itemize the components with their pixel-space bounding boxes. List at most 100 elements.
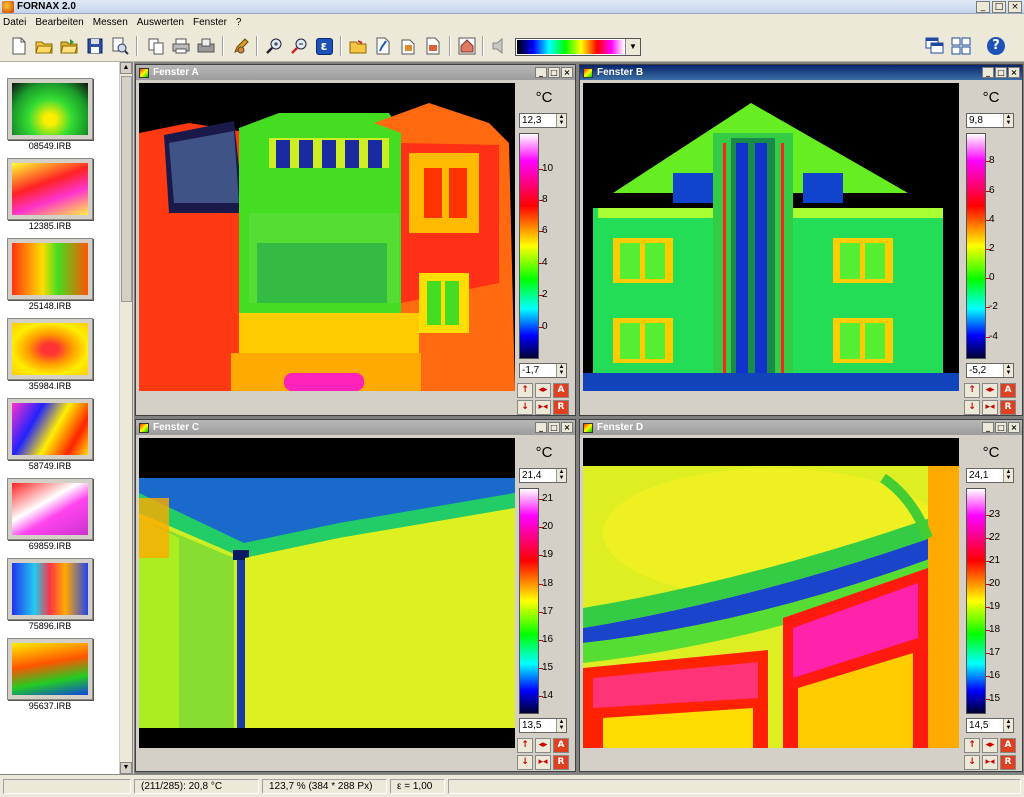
thumbnail-95637[interactable]: 95637.IRB — [7, 638, 93, 711]
thermal-image[interactable] — [139, 438, 515, 748]
maximize-button[interactable]: □ — [995, 422, 1007, 433]
menu-auswerten[interactable]: Auswerten — [137, 17, 184, 28]
thumbnail-25148[interactable]: 25148.IRB — [7, 238, 93, 311]
reset-scale-icon[interactable]: R — [553, 400, 569, 415]
menu-help[interactable]: ? — [236, 17, 242, 28]
window-titlebar[interactable]: Fenster C _ □ × — [136, 420, 575, 435]
thumbnail-75896[interactable]: 75896.IRB — [7, 558, 93, 631]
auto-scale-icon[interactable]: A — [553, 738, 569, 753]
color-palette-select[interactable]: ▼ — [515, 38, 641, 56]
arrow-down-icon[interactable]: ↓ — [964, 755, 980, 770]
spinner-arrows[interactable]: ▲ ▼ — [556, 719, 566, 732]
min-temp-spinner[interactable]: -1,7 ▲ ▼ — [519, 363, 567, 378]
zoom-out-icon[interactable] — [288, 35, 310, 57]
print-preview-icon[interactable] — [109, 35, 131, 57]
thermal-image[interactable] — [583, 83, 959, 391]
menu-fenster[interactable]: Fenster — [193, 17, 227, 28]
new-file-icon[interactable] — [8, 35, 30, 57]
arrow-down-icon[interactable]: ↓ — [517, 755, 533, 770]
expand-horizontal-icon[interactable]: ◂▸ — [982, 738, 998, 753]
maximize-button[interactable]: □ — [548, 67, 560, 78]
minimize-button[interactable]: _ — [976, 1, 990, 13]
close-button[interactable]: × — [1008, 422, 1020, 433]
scroll-down-icon[interactable]: ▼ — [120, 762, 132, 774]
house-icon[interactable] — [456, 35, 478, 57]
cascade-windows-icon[interactable] — [924, 35, 946, 57]
thumbnail-58749[interactable]: 58749.IRB — [7, 398, 93, 471]
menu-datei[interactable]: Datei — [3, 17, 26, 28]
auto-scale-icon[interactable]: A — [1000, 738, 1016, 753]
copy-icon[interactable] — [145, 35, 167, 57]
expand-horizontal-icon[interactable]: ◂▸ — [982, 383, 998, 398]
reset-scale-icon[interactable]: R — [1000, 755, 1016, 770]
arrow-up-icon[interactable]: ↑ — [964, 738, 980, 753]
thumbnail-69859[interactable]: 69859.IRB — [7, 478, 93, 551]
window-fenster-a[interactable]: Fenster A _ □ × °C 12,3 ▲ ▼ 10 8 6 4 2 0… — [135, 64, 576, 416]
emissivity-icon[interactable]: ε — [313, 35, 335, 57]
arrow-up-icon[interactable]: ↑ — [964, 383, 980, 398]
max-temp-spinner[interactable]: 24,1 ▲ ▼ — [966, 468, 1014, 483]
save-icon[interactable] — [84, 35, 106, 57]
thumbnail-35984[interactable]: 35984.IRB — [7, 318, 93, 391]
auto-scale-icon[interactable]: A — [1000, 383, 1016, 398]
thermal-image[interactable] — [139, 83, 515, 391]
max-temp-spinner[interactable]: 21,4 ▲ ▼ — [519, 468, 567, 483]
spinner-arrows[interactable]: ▲ ▼ — [556, 364, 566, 377]
spinner-arrows[interactable]: ▲ ▼ — [1003, 719, 1013, 732]
max-temp-spinner[interactable]: 9,8 ▲ ▼ — [966, 113, 1014, 128]
arrow-down-icon[interactable]: ↓ — [517, 400, 533, 415]
min-temp-spinner[interactable]: -5,2 ▲ ▼ — [966, 363, 1014, 378]
max-temp-spinner[interactable]: 12,3 ▲ ▼ — [519, 113, 567, 128]
help-icon[interactable]: ? — [985, 35, 1007, 57]
shrink-horizontal-icon[interactable]: ▸◂ — [982, 400, 998, 415]
spinner-arrows[interactable]: ▲ ▼ — [1003, 114, 1013, 127]
min-temp-spinner[interactable]: 14,5 ▲ ▼ — [966, 718, 1014, 733]
close-button[interactable]: × — [1008, 1, 1022, 13]
expand-horizontal-icon[interactable]: ◂▸ — [535, 738, 551, 753]
shrink-horizontal-icon[interactable]: ▸◂ — [982, 755, 998, 770]
close-button[interactable]: × — [561, 422, 573, 433]
sound-icon[interactable] — [489, 35, 511, 57]
minimize-button[interactable]: _ — [535, 67, 547, 78]
minimize-button[interactable]: _ — [982, 422, 994, 433]
reset-scale-icon[interactable]: R — [1000, 400, 1016, 415]
window-titlebar[interactable]: Fenster D _ □ × — [580, 420, 1022, 435]
maximize-button[interactable]: □ — [995, 67, 1007, 78]
spinner-arrows[interactable]: ▲ ▼ — [556, 114, 566, 127]
auto-scale-icon[interactable]: A — [553, 383, 569, 398]
thermal-image[interactable] — [583, 438, 959, 748]
close-button[interactable]: × — [561, 67, 573, 78]
close-button[interactable]: × — [1008, 67, 1020, 78]
thumbnail-12385[interactable]: 12385.IRB — [7, 158, 93, 231]
window-fenster-b[interactable]: Fenster B _ □ × °C 9,8 ▲ ▼ 8 6 4 2 0 -2 … — [579, 64, 1023, 416]
spinner-arrows[interactable]: ▲ ▼ — [556, 469, 566, 482]
window-fenster-c[interactable]: Fenster C _ □ × °C 21,4 ▲ ▼ 21 20 19 18 … — [135, 419, 576, 772]
open-folder-icon[interactable] — [33, 35, 55, 57]
window-titlebar[interactable]: Fenster A _ □ × — [136, 65, 575, 80]
scrollbar-thumb[interactable] — [121, 76, 132, 302]
print-icon[interactable] — [170, 35, 192, 57]
paste-icon[interactable] — [397, 35, 419, 57]
spinner-arrows[interactable]: ▲ ▼ — [1003, 469, 1013, 482]
shrink-horizontal-icon[interactable]: ▸◂ — [535, 400, 551, 415]
paint-icon[interactable] — [372, 35, 394, 57]
arrow-up-icon[interactable]: ↑ — [517, 738, 533, 753]
minimize-button[interactable]: _ — [982, 67, 994, 78]
zoom-in-icon[interactable] — [263, 35, 285, 57]
tile-windows-icon[interactable] — [950, 35, 972, 57]
sidebar-scrollbar[interactable]: ▲ ▼ — [119, 62, 132, 774]
shrink-horizontal-icon[interactable]: ▸◂ — [535, 755, 551, 770]
scroll-up-icon[interactable]: ▲ — [120, 62, 132, 74]
pen-icon[interactable] — [230, 35, 252, 57]
expand-horizontal-icon[interactable]: ◂▸ — [535, 383, 551, 398]
min-temp-spinner[interactable]: 13,5 ▲ ▼ — [519, 718, 567, 733]
arrow-down-icon[interactable]: ↓ — [964, 400, 980, 415]
arrow-up-icon[interactable]: ↑ — [517, 383, 533, 398]
maximize-button[interactable]: □ — [548, 422, 560, 433]
thumbnail-08549[interactable]: 08549.IRB — [7, 78, 93, 151]
report-icon[interactable] — [422, 35, 444, 57]
window-titlebar[interactable]: Fenster B _ □ × — [580, 65, 1022, 80]
menu-messen[interactable]: Messen — [93, 17, 128, 28]
minimize-button[interactable]: _ — [535, 422, 547, 433]
folder-icon[interactable] — [347, 35, 369, 57]
